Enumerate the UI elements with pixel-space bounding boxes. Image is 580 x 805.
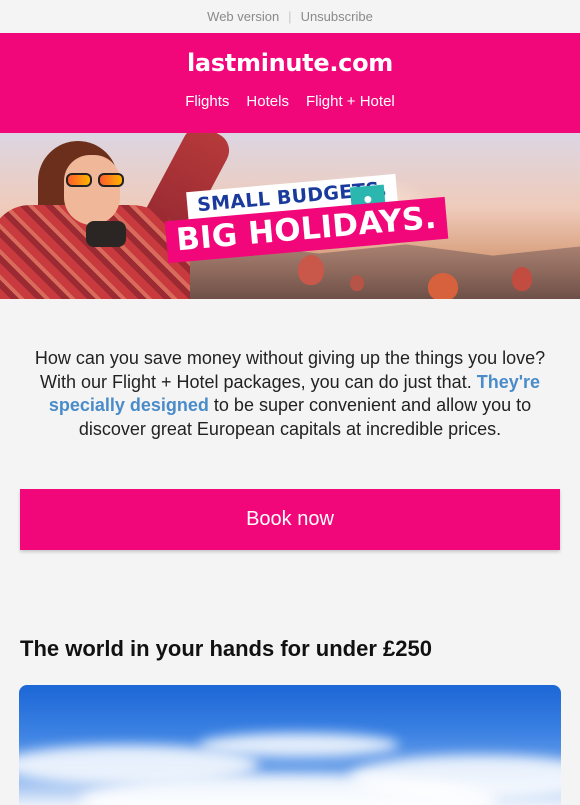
- intro-text: How can you save money without giving up…: [34, 348, 546, 392]
- hero-woman-scarf: [86, 221, 126, 247]
- web-version-link[interactable]: Web version: [207, 9, 279, 24]
- header-nav: Flights Hotels Flight + Hotel: [0, 93, 580, 110]
- hot-air-balloon: [428, 273, 458, 299]
- nav-link-hotels[interactable]: Hotels: [246, 93, 289, 110]
- hot-air-balloon: [512, 267, 532, 291]
- intro-paragraph: How can you save money without giving up…: [0, 299, 580, 460]
- email-header: lastminute.com Flights Hotels Flight + H…: [0, 33, 580, 133]
- nav-link-flights[interactable]: Flights: [185, 93, 229, 110]
- nav-link-flight-hotel[interactable]: Flight + Hotel: [306, 93, 395, 110]
- book-now-button[interactable]: Book now: [20, 489, 560, 550]
- sunglasses-icon: [66, 173, 128, 187]
- hero-woman-photo: [0, 133, 236, 299]
- logo[interactable]: lastminute.com: [0, 33, 580, 89]
- hero-woman-face: [64, 155, 120, 225]
- preheader-separator: |: [288, 9, 292, 24]
- unsubscribe-link[interactable]: Unsubscribe: [301, 9, 373, 24]
- hot-air-balloon: [298, 255, 324, 285]
- preheader-bar: Web version | Unsubscribe: [0, 0, 580, 33]
- hero-banner[interactable]: SMALL BUDGETS, ● BIG HOLIDAYS.: [0, 133, 580, 299]
- section-title: The world in your hands for under £250: [20, 636, 432, 661]
- sky-promo-image[interactable]: [19, 685, 561, 805]
- cloud-shape: [199, 733, 399, 757]
- hot-air-balloon: [350, 275, 364, 291]
